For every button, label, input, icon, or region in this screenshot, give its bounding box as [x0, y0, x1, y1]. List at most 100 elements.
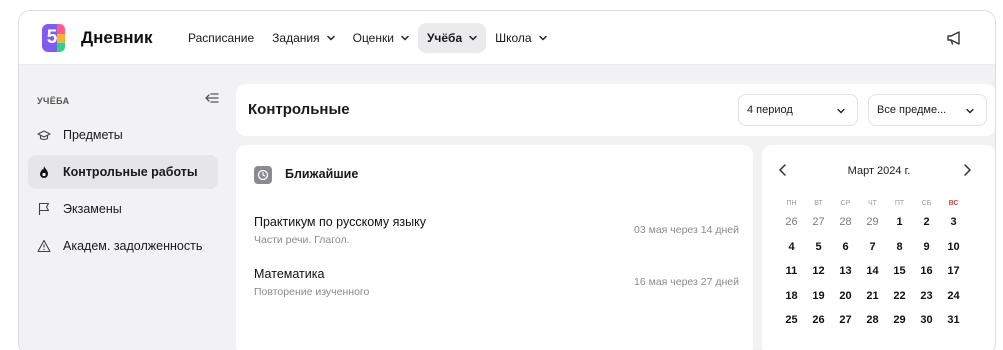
sidebar: УЧЁБА Предметы Контрольные работы Экзамены… — [19, 65, 227, 350]
test-due-date: 03 мая через 14 дней — [634, 224, 739, 236]
calendar-day[interactable]: 7 — [859, 241, 886, 253]
calendar-day[interactable]: 31 — [940, 314, 967, 326]
calendar-week: 18 19 20 21 22 23 24 — [778, 284, 992, 309]
calendar-day[interactable]: 23 — [913, 290, 940, 302]
calendar-day[interactable]: 10 — [940, 241, 967, 253]
test-topic: Части речи. Глагол. — [254, 234, 350, 246]
calendar-day[interactable]: 24 — [940, 290, 967, 302]
chevron-down-icon — [966, 108, 974, 114]
calendar-day[interactable]: 6 — [832, 241, 859, 253]
upcoming-tests-card: Ближайшие Практикум по русскому языку Ча… — [236, 145, 753, 350]
nav-item-label: Расписание — [188, 31, 255, 45]
sidebar-item-0[interactable]: Предметы — [28, 118, 218, 152]
clock-icon — [254, 166, 272, 184]
calendar-day[interactable]: 8 — [886, 241, 913, 253]
calendar-day[interactable]: 12 — [805, 265, 832, 277]
logo-icon[interactable]: 5 — [42, 24, 68, 52]
sidebar-heading: УЧЁБА — [37, 96, 70, 106]
sidebar-item-label: Предметы — [63, 128, 123, 142]
calendar-day[interactable]: 21 — [859, 290, 886, 302]
calendar-day[interactable]: 1 — [886, 216, 913, 228]
flag-icon — [38, 202, 50, 215]
test-subject: Практикум по русскому языку — [254, 215, 426, 229]
calendar-week: 11 12 13 14 15 16 17 — [778, 259, 992, 284]
sidebar-item-3[interactable]: Академ. задолженность — [28, 229, 218, 263]
subject-select-value: Все предме... — [877, 104, 947, 116]
period-select[interactable]: 4 период — [738, 94, 858, 126]
sidebar-item-label: Академ. задолженность — [63, 239, 203, 253]
calendar-day[interactable]: 28 — [859, 314, 886, 326]
logo-number: 5 — [46, 27, 58, 48]
nav-item-2[interactable]: Оценки — [344, 23, 418, 53]
calendar-day[interactable]: 26 — [805, 314, 832, 326]
chevron-down-icon — [837, 108, 845, 114]
page-title: Контрольные — [248, 101, 350, 118]
calendar-week: 26 27 28 29 1 2 3 — [778, 210, 992, 235]
test-due-date: 16 мая через 27 дней — [634, 276, 739, 288]
nav-item-4[interactable]: Школа — [486, 23, 555, 53]
section-title: Ближайшие — [285, 167, 359, 181]
nav-item-3[interactable]: Учёба — [417, 23, 487, 53]
calendar-day[interactable]: 29 — [886, 314, 913, 326]
nav-item-label: Школа — [495, 31, 532, 45]
announcements-icon[interactable] — [945, 28, 965, 48]
calendar-day[interactable]: 20 — [832, 290, 859, 302]
sidebar-item-1[interactable]: Контрольные работы — [28, 155, 218, 189]
calendar-day[interactable]: 11 — [778, 265, 805, 277]
calendar-day[interactable]: 17 — [940, 265, 967, 277]
calendar-day[interactable]: 19 — [805, 290, 832, 302]
chevron-down-icon — [401, 35, 409, 41]
next-month-icon[interactable] — [962, 163, 972, 177]
weekday-row: ПН ВТ СР ЧТ ПТ СБ ВС — [778, 196, 992, 210]
sidebar-item-2[interactable]: Экзамены — [28, 192, 218, 226]
chevron-down-icon — [538, 35, 547, 41]
calendar-day[interactable]: 22 — [886, 290, 913, 302]
main-nav: Расписание Задания Оценки Учёба Школа — [179, 23, 556, 53]
weekday-label: ПТ — [894, 199, 905, 207]
weekday-label: ВТ — [814, 199, 823, 207]
page-header: Контрольные 4 период Все предме... — [236, 84, 995, 136]
calendar-day[interactable]: 29 — [859, 216, 886, 228]
warning-icon — [37, 239, 51, 253]
nav-item-label: Оценки — [352, 31, 394, 45]
graduation-cap-icon — [37, 130, 51, 141]
list-item[interactable]: Практикум по русскому языку Части речи. … — [254, 215, 739, 251]
weekday-label: СР — [840, 199, 851, 207]
app-title[interactable]: Дневник — [81, 28, 153, 48]
weekday-label: ВС — [948, 199, 959, 207]
calendar-day[interactable]: 14 — [859, 265, 886, 277]
calendar-day[interactable]: 26 — [778, 216, 805, 228]
calendar-day[interactable]: 5 — [805, 241, 832, 253]
calendar-day[interactable]: 25 — [778, 314, 805, 326]
calendar-day[interactable]: 28 — [832, 216, 859, 228]
calendar-week: 25 26 27 28 29 30 31 — [778, 308, 992, 333]
calendar-day[interactable]: 18 — [778, 290, 805, 302]
nav-item-0[interactable]: Расписание — [179, 23, 263, 53]
calendar: Март 2024 г. ПН ВТ СР ЧТ ПТ СБ ВС 26 27 28 29 1 2 3 4 5… — [762, 145, 995, 350]
calendar-day[interactable]: 16 — [913, 265, 940, 277]
calendar-day[interactable]: 2 — [913, 216, 940, 228]
chevron-down-icon — [469, 35, 477, 41]
subject-select[interactable]: Все предме... — [868, 94, 987, 126]
list-item[interactable]: Математика Повторение изученного 16 мая … — [254, 267, 739, 303]
sidebar-item-label: Контрольные работы — [63, 165, 198, 179]
collapse-sidebar-icon[interactable] — [204, 91, 220, 105]
app-window: 5 Дневник Расписание Задания Оценки Учёба Шк… — [18, 10, 996, 350]
calendar-day[interactable]: 27 — [832, 314, 859, 326]
weekday-label: СБ — [921, 199, 932, 207]
test-topic: Повторение изученного — [254, 286, 370, 298]
nav-item-label: Задания — [272, 31, 320, 45]
nav-item-1[interactable]: Задания — [263, 23, 343, 53]
nav-item-label: Учёба — [426, 31, 463, 45]
calendar-day[interactable]: 3 — [940, 216, 967, 228]
calendar-day[interactable]: 9 — [913, 241, 940, 253]
calendar-day[interactable]: 30 — [913, 314, 940, 326]
calendar-day[interactable]: 13 — [832, 265, 859, 277]
calendar-day[interactable]: 15 — [886, 265, 913, 277]
calendar-week: 4 5 6 7 8 9 10 — [778, 235, 992, 260]
weekday-label: ПН — [786, 199, 797, 207]
calendar-day[interactable]: 4 — [778, 241, 805, 253]
test-subject: Математика — [254, 267, 325, 281]
period-select-value: 4 период — [747, 104, 793, 116]
calendar-day[interactable]: 27 — [805, 216, 832, 228]
